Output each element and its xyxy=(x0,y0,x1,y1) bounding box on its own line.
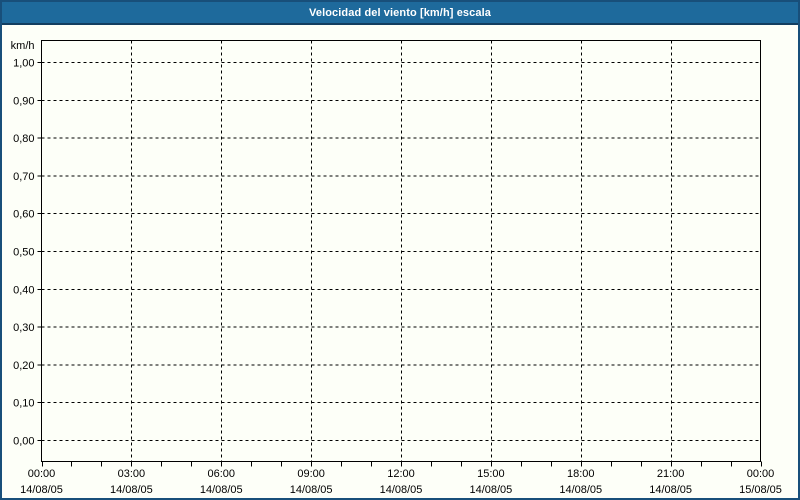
x-axis-date-label: 15/08/05 xyxy=(739,484,782,496)
x-axis-time-label: 00:00 xyxy=(747,468,775,480)
x-axis-time-label: 03:00 xyxy=(118,468,146,480)
x-axis-time-label: 00:00 xyxy=(28,468,56,480)
x-axis-date-label: 14/08/05 xyxy=(649,484,692,496)
chart-title: Velocidad del viento [km/h] escala xyxy=(309,6,491,19)
y-axis-tick-label: 0,30 xyxy=(13,322,34,334)
x-axis-time-label: 12:00 xyxy=(387,468,415,480)
x-axis-date-label: 14/08/05 xyxy=(469,484,512,496)
wind-speed-chart-canvas: 1,00 0,90 0,80 0,70 0,60 0,50 0,40 0,30 0,20 0,10… xyxy=(11,40,782,496)
y-axis-tick-label: 0,20 xyxy=(13,360,34,372)
title-bar: Velocidad del viento [km/h] escala xyxy=(2,2,798,25)
x-axis-time-label: 09:00 xyxy=(297,468,325,480)
y-axis-tick-label: 0,00 xyxy=(13,436,34,448)
y-axis-tick-label: 0,80 xyxy=(13,133,34,145)
y-axis-tick-label: 0,50 xyxy=(13,247,34,259)
y-axis-tick-label: 0,90 xyxy=(13,95,34,107)
y-axis-tick-label: 0,60 xyxy=(13,209,34,221)
x-axis-date-label: 14/08/05 xyxy=(380,484,423,496)
x-axis-date-label: 14/08/05 xyxy=(559,484,602,496)
x-axis-time-label: 18:00 xyxy=(567,468,595,480)
x-axis-time-label: 15:00 xyxy=(477,468,505,480)
x-axis-time-label: 21:00 xyxy=(657,468,685,480)
y-axis-tick-label: 1,00 xyxy=(13,58,34,70)
chart-area: 1,00 0,90 0,80 0,70 0,60 0,50 0,40 0,30 0,20 0,10… xyxy=(2,25,798,498)
y-axis-tick-label: 0,10 xyxy=(13,398,34,410)
x-axis-date-label: 14/08/05 xyxy=(200,484,243,496)
y-axis-unit-label: km/h xyxy=(11,40,35,52)
y-axis-tick-label: 0,70 xyxy=(13,171,34,183)
x-axis-date-label: 14/08/05 xyxy=(20,484,63,496)
x-axis-time-label: 06:00 xyxy=(207,468,235,480)
x-axis-date-label: 14/08/05 xyxy=(290,484,333,496)
x-axis-date-label: 14/08/05 xyxy=(110,484,153,496)
y-axis-tick-label: 0,40 xyxy=(13,284,34,296)
chart-window: Velocidad del viento [km/h] escala 1,00 0… xyxy=(0,0,800,500)
